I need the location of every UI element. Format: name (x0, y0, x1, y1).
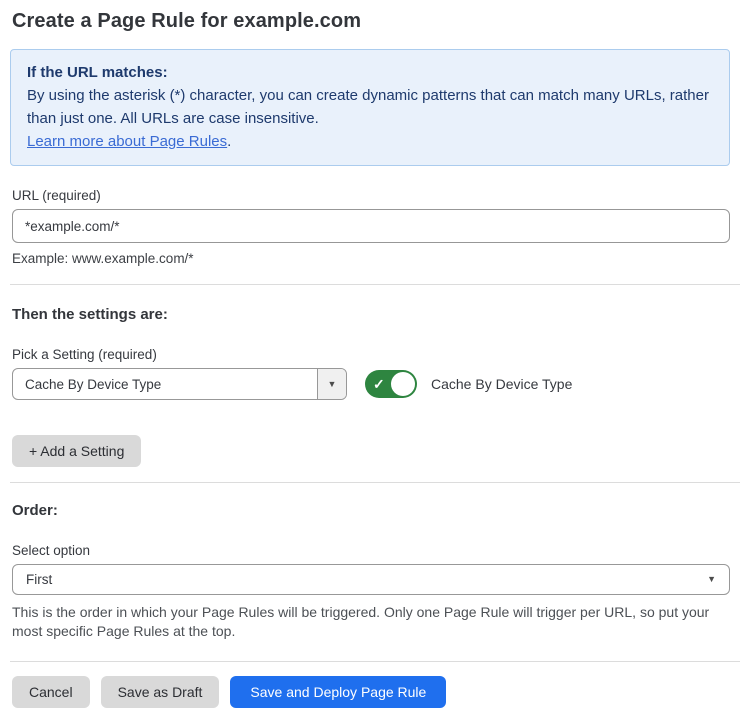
check-icon: ✓ (373, 377, 385, 391)
cancel-button[interactable]: Cancel (12, 676, 90, 708)
select-option-label: Select option (12, 543, 730, 558)
save-as-draft-button[interactable]: Save as Draft (101, 676, 220, 708)
footer-actions: Cancel Save as Draft Save and Deploy Pag… (12, 676, 730, 708)
create-page-rule-form: Create a Page Rule for example.com If th… (0, 0, 750, 708)
url-label: URL (required) (12, 188, 730, 203)
setting-select-value: Cache By Device Type (13, 369, 317, 399)
save-and-deploy-button[interactable]: Save and Deploy Page Rule (230, 676, 446, 708)
order-helper-text: This is the order in which your Page Rul… (12, 603, 730, 641)
add-setting-button[interactable]: + Add a Setting (12, 435, 141, 467)
toggle-knob (391, 372, 415, 396)
url-input[interactable] (12, 209, 730, 243)
setting-row: Cache By Device Type ▼ ✓ Cache By Device… (12, 368, 730, 400)
order-select-value: First (26, 572, 52, 587)
pick-setting-label: Pick a Setting (required) (12, 347, 730, 362)
info-box-link-row: Learn more about Page Rules. (27, 130, 713, 153)
chevron-down-icon: ▼ (707, 575, 716, 584)
info-box-body: By using the asterisk (*) character, you… (27, 84, 713, 130)
divider (10, 284, 740, 285)
url-match-info-box: If the URL matches: By using the asteris… (10, 49, 730, 166)
chevron-down-icon: ▼ (328, 380, 337, 389)
info-box-heading: If the URL matches: (27, 61, 713, 84)
divider (10, 482, 740, 483)
url-example-helper: Example: www.example.com/* (12, 251, 730, 266)
setting-select-arrow-button[interactable]: ▼ (317, 369, 346, 399)
divider (10, 661, 740, 662)
settings-section-heading: Then the settings are: (12, 306, 730, 323)
page-title: Create a Page Rule for example.com (12, 10, 730, 33)
setting-select[interactable]: Cache By Device Type ▼ (12, 368, 347, 400)
toggle-label: Cache By Device Type (431, 376, 572, 392)
learn-more-link[interactable]: Learn more about Page Rules (27, 133, 227, 150)
order-select[interactable]: First ▼ (12, 564, 730, 595)
order-section-heading: Order: (12, 502, 730, 519)
cache-by-device-type-toggle[interactable]: ✓ (365, 370, 417, 398)
link-period: . (227, 133, 231, 150)
